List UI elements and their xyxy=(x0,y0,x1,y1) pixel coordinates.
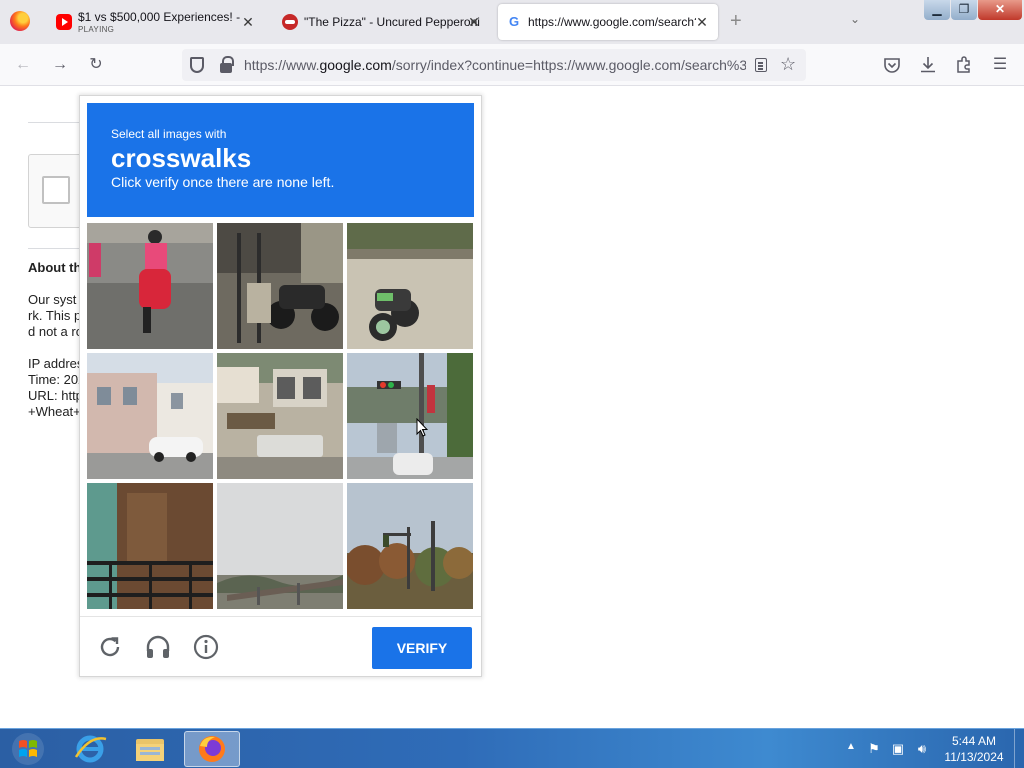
url-prefix: https://www. xyxy=(244,57,320,73)
captcha-tile-5[interactable] xyxy=(217,353,343,479)
reload-icon[interactable]: ↻ xyxy=(85,54,107,76)
show-desktop-button[interactable] xyxy=(1014,729,1024,768)
tab-playing-label: PLAYING xyxy=(78,25,115,34)
tab-youtube[interactable]: $1 vs $500,000 Experiences! - Yo PLAYING… xyxy=(52,4,264,40)
forward-icon[interactable]: → xyxy=(49,54,71,76)
captcha-tile-4[interactable] xyxy=(87,353,213,479)
network-icon[interactable]: ▣ xyxy=(890,741,906,757)
mouse-cursor-icon xyxy=(416,418,428,437)
reader-view-icon[interactable] xyxy=(755,58,767,72)
captcha-tile-9[interactable] xyxy=(347,483,473,609)
close-window-button[interactable]: ✕ xyxy=(978,0,1022,20)
tab-strip: $1 vs $500,000 Experiences! - Yo PLAYING… xyxy=(0,0,1024,44)
captcha-image-grid xyxy=(87,223,474,610)
google-icon: G xyxy=(508,14,520,29)
file-explorer-icon[interactable] xyxy=(122,731,178,767)
tab-google-active[interactable]: G https://www.google.com/search?q= ✕ xyxy=(498,4,718,40)
tab-title: "The Pizza" - Uncured Pepperoni xyxy=(304,15,480,29)
restore-button[interactable]: ❐ xyxy=(951,0,977,20)
system-tray: ▲ ⚑ ▣ 🔊︎ 5:44 AM 11/13/2024 xyxy=(842,729,1024,768)
list-tabs-icon[interactable]: ⌄ xyxy=(850,12,860,26)
captcha-tile-3[interactable] xyxy=(347,223,473,349)
show-hidden-icons-icon[interactable]: ▲ xyxy=(846,741,856,752)
page-text-line: URL: http xyxy=(28,388,83,403)
clock-date[interactable]: 11/13/2024 xyxy=(942,750,1006,764)
navigation-bar: ← → ↻ https://www.google.com/sorry/index… xyxy=(0,44,1024,86)
captcha-challenge: Select all images with crosswalks Click … xyxy=(79,95,482,677)
url-path: /sorry/index?continue=https://www.google… xyxy=(391,57,746,73)
page-text-line: Our syst xyxy=(28,292,77,307)
bookmark-star-icon[interactable]: ☆ xyxy=(780,54,796,74)
extensions-icon[interactable] xyxy=(953,54,975,76)
page-text-line: +Wheat+ xyxy=(28,404,81,419)
captcha-instruction: Select all images with xyxy=(111,127,227,141)
captcha-tile-6[interactable] xyxy=(347,353,473,479)
pizza-icon xyxy=(282,14,298,30)
tracking-shield-icon[interactable] xyxy=(190,57,204,73)
lock-icon[interactable] xyxy=(220,56,234,73)
url-host: google.com xyxy=(319,57,392,73)
close-tab-icon[interactable]: ✕ xyxy=(240,14,256,30)
page-text-line: d not a ro xyxy=(28,324,83,339)
reload-challenge-icon[interactable] xyxy=(96,633,124,661)
captcha-tile-8[interactable] xyxy=(217,483,343,609)
info-icon[interactable] xyxy=(192,633,220,661)
volume-icon[interactable]: 🔊︎ xyxy=(914,741,930,757)
tab-title: $1 vs $500,000 Experiences! - Yo xyxy=(78,10,243,24)
minimize-button[interactable]: ▁ xyxy=(924,0,950,20)
new-tab-button[interactable]: + xyxy=(730,11,742,31)
captcha-tile-2[interactable] xyxy=(217,223,343,349)
pocket-icon[interactable] xyxy=(881,54,903,76)
page-text-line: IP addres xyxy=(28,356,84,371)
captcha-header: Select all images with crosswalks Click … xyxy=(87,103,474,217)
close-tab-icon[interactable]: ✕ xyxy=(694,14,710,30)
headphones-icon[interactable] xyxy=(144,633,172,661)
url-text[interactable]: https://www.google.com/sorry/index?conti… xyxy=(244,57,746,73)
tab-pizza[interactable]: "The Pizza" - Uncured Pepperoni ✕ xyxy=(278,4,490,40)
tab-title: https://www.google.com/search?q= xyxy=(528,15,696,29)
close-tab-icon[interactable]: ✕ xyxy=(466,14,482,30)
captcha-footer: VERIFY xyxy=(80,616,481,676)
page-text-line: rk. This p xyxy=(28,308,82,323)
verify-button[interactable]: VERIFY xyxy=(372,627,472,669)
captcha-tile-1[interactable] xyxy=(87,223,213,349)
start-button[interactable] xyxy=(6,731,50,767)
download-icon[interactable] xyxy=(917,54,939,76)
firefox-icon[interactable] xyxy=(10,11,30,31)
about-heading: About th xyxy=(28,260,82,275)
firefox-taskbar-icon[interactable] xyxy=(184,731,240,767)
page-text-line: Time: 202 xyxy=(28,372,86,387)
taskbar: ▲ ⚑ ▣ 🔊︎ 5:44 AM 11/13/2024 xyxy=(0,728,1024,768)
youtube-icon xyxy=(56,14,72,30)
clock-time[interactable]: 5:44 AM xyxy=(942,734,1006,748)
back-icon[interactable]: ← xyxy=(12,54,34,76)
captcha-keyword: crosswalks xyxy=(111,143,252,173)
address-bar[interactable]: https://www.google.com/sorry/index?conti… xyxy=(182,49,806,81)
not-a-robot-checkbox[interactable] xyxy=(42,176,70,204)
captcha-tile-7[interactable] xyxy=(87,483,213,609)
action-center-flag-icon[interactable]: ⚑ xyxy=(866,741,882,757)
captcha-subtext: Click verify once there are none left. xyxy=(111,174,335,190)
internet-explorer-icon[interactable] xyxy=(62,731,118,767)
hamburger-menu-icon[interactable]: ☰ xyxy=(989,54,1011,76)
